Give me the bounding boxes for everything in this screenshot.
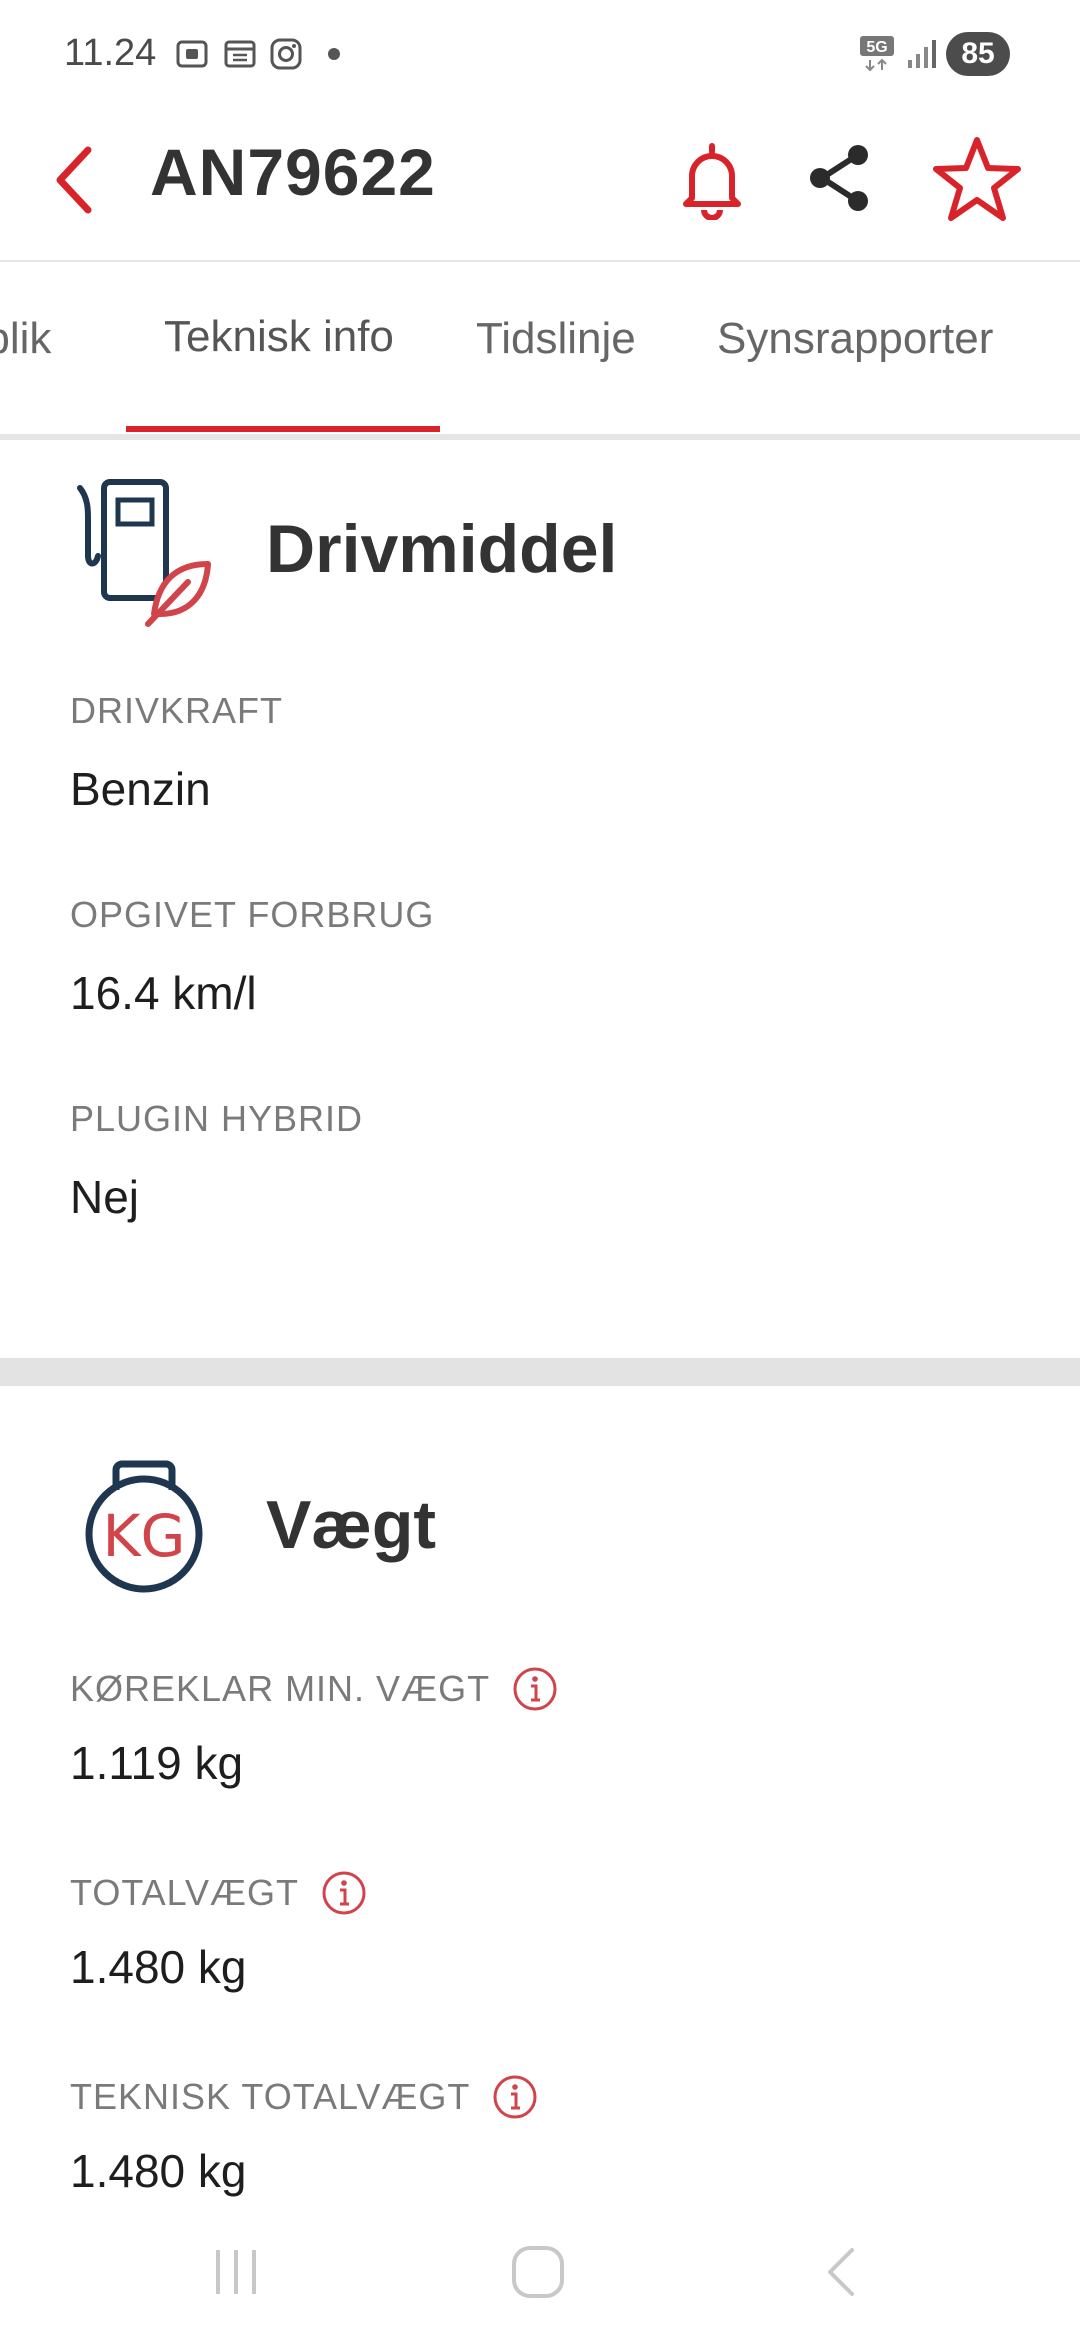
home-icon[interactable]: [508, 2242, 568, 2302]
notification-dot: [328, 48, 340, 60]
info-icon[interactable]: [512, 1666, 558, 1712]
field-label-plugin-hybrid: PLUGIN HYBRID: [70, 1098, 364, 1139]
signal-icon: [908, 40, 936, 68]
fuel-pump-leaf-icon: [77, 479, 211, 627]
section-divider: [0, 1358, 1080, 1386]
field-value-koereklar: 1.119 kg: [70, 1737, 244, 1789]
share-icon[interactable]: [802, 140, 878, 216]
tab-overblik[interactable]: Overblik: [0, 314, 51, 364]
battery-indicator: 85: [946, 32, 1010, 76]
back-icon[interactable]: [812, 2242, 872, 2302]
active-tab-indicator: [126, 426, 440, 432]
field-label-koereklar: KØREKLAR MIN. VÆGT: [70, 1666, 558, 1712]
field-label-teknisk-totalvaegt-text: TEKNISK TOTALVÆGT: [70, 2076, 471, 2117]
field-label-totalvaegt: TOTALVÆGT: [70, 1870, 367, 1916]
section-title-drivmiddel: Drivmiddel: [266, 511, 618, 587]
field-value-opgivet-forbrug: 16.4 km/l: [70, 967, 257, 1019]
tab-teknisk-info[interactable]: Teknisk info: [164, 312, 394, 362]
field-label-koereklar-text: KØREKLAR MIN. VÆGT: [70, 1668, 491, 1709]
tab-bar: Overblik Teknisk info Tidslinje Synsrapp…: [0, 262, 1080, 440]
svg-text:KG: KG: [103, 1502, 186, 1570]
field-label-opgivet-forbrug: OPGIVET FORBRUG: [70, 894, 435, 935]
field-value-teknisk-totalvaegt: 1.480 kg: [70, 2145, 247, 2197]
recent-apps-icon[interactable]: [206, 2242, 266, 2302]
back-arrow-icon[interactable]: [48, 140, 100, 220]
star-icon[interactable]: [932, 134, 1022, 224]
app-bar: AN79622: [0, 110, 1080, 262]
field-label-drivkraft: DRIVKRAFT: [70, 690, 284, 731]
tab-synsrapporter[interactable]: Synsrapporter: [717, 314, 993, 364]
info-icon[interactable]: [492, 2074, 538, 2120]
field-value-totalvaegt: 1.480 kg: [70, 1941, 247, 1993]
screenshot-icon: [176, 40, 208, 68]
status-bar: 11.24 5G 85: [0, 0, 1080, 110]
network-5g-icon: 5G: [860, 36, 894, 72]
page-title: AN79622: [150, 135, 436, 209]
tab-tidslinje[interactable]: Tidslinje: [476, 314, 636, 364]
bell-icon[interactable]: [676, 138, 748, 220]
info-icon[interactable]: [321, 1870, 367, 1916]
field-value-plugin-hybrid: Nej: [70, 1171, 140, 1223]
weight-kg-icon: KG: [85, 1460, 203, 1593]
instagram-icon: [270, 38, 302, 70]
field-value-drivkraft: Benzin: [70, 763, 211, 815]
system-navigation-bar: [0, 2200, 1080, 2340]
field-label-teknisk-totalvaegt: TEKNISK TOTALVÆGT: [70, 2074, 538, 2120]
svg-text:5G: 5G: [866, 39, 887, 56]
section-title-vaegt: Vægt: [266, 1487, 436, 1563]
calendar-icon: [224, 40, 256, 68]
status-time: 11.24: [64, 32, 157, 74]
field-label-totalvaegt-text: TOTALVÆGT: [70, 1872, 300, 1913]
